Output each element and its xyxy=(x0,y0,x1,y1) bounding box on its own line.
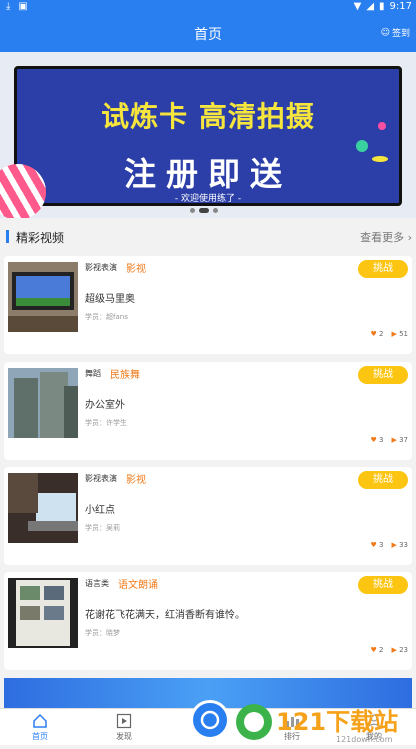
video-card[interactable]: 影视表演 影视 超级马里奥 学员：超fans 挑战 ♥ 2 ▶ 51 xyxy=(4,256,412,354)
video-title: 超级马里奥 xyxy=(85,294,135,305)
tab-label: 发现 xyxy=(116,732,132,741)
banner-frame: 试炼卡 高清拍摄 注册即送 - 欢迎使用练了 - xyxy=(14,66,402,206)
status-bar: ⤓ ▣ ▼ ◢ ▮ 9:17 xyxy=(0,0,416,14)
tag-label: 语文朗诵 xyxy=(118,580,158,591)
watermark-text: 121下载站 xyxy=(276,708,398,736)
video-title: 办公室外 xyxy=(85,400,125,411)
battery-icon: ▮ xyxy=(379,1,385,12)
video-stats: ♥ 2 ▶ 23 xyxy=(370,646,408,654)
like-count: 2 xyxy=(378,330,384,338)
video-thumbnail[interactable] xyxy=(8,578,78,648)
play-icon: ▶ xyxy=(391,330,397,338)
play-count: 23 xyxy=(399,646,408,654)
video-icon xyxy=(116,713,132,729)
pager-dot xyxy=(190,208,195,213)
video-card[interactable]: 舞蹈 民族舞 办公室外 学员：许学生 挑战 ♥ 3 ▶ 37 xyxy=(4,362,412,460)
like-count: 3 xyxy=(378,436,384,444)
student-label: 学员：晓梦 xyxy=(85,629,120,637)
video-thumbnail[interactable] xyxy=(8,262,78,332)
student-label: 学员：超fans xyxy=(85,313,128,321)
tag-label: 影视 xyxy=(126,264,146,275)
like-count: 3 xyxy=(378,541,384,549)
decoration-dot xyxy=(378,122,386,130)
banner-tagline: - 欢迎使用练了 - xyxy=(174,194,242,204)
video-card[interactable]: 影视表演 影视 小红点 学员：吴莉 挑战 ♥ 3 ▶ 33 xyxy=(4,467,412,565)
play-icon: ▶ xyxy=(391,436,397,444)
see-more-link[interactable]: 查看更多 › xyxy=(360,229,412,245)
play-count: 51 xyxy=(399,330,408,338)
category-label: 影视表演 xyxy=(85,474,117,483)
tab-home[interactable]: 首页 xyxy=(10,713,70,742)
video-thumbnail[interactable] xyxy=(8,473,78,543)
section-header: 精彩视频 查看更多 › xyxy=(0,226,416,248)
tab-discover[interactable]: 发现 xyxy=(94,713,154,742)
status-time: 9:17 xyxy=(389,1,412,12)
signin-icon: ☺ xyxy=(380,27,390,38)
video-stats: ♥ 3 ▶ 37 xyxy=(370,436,408,444)
nav-bar: 首页 ☺ 签到 xyxy=(0,14,416,52)
category-label: 舞蹈 xyxy=(85,369,101,378)
heart-icon: ♥ xyxy=(370,436,377,444)
section-accent-bar xyxy=(6,230,9,243)
watermark-subtext: 121down.com xyxy=(336,735,393,744)
banner-headline: 试炼卡 高清拍摄 xyxy=(101,100,315,133)
tab-label: 首页 xyxy=(32,732,48,741)
video-thumbnail[interactable] xyxy=(8,368,78,438)
watermark-logo: 121下载站 121down.com xyxy=(232,700,416,745)
category-label: 影视表演 xyxy=(85,263,117,272)
video-card[interactable]: 语言类 语文朗诵 花谢花飞花满天，红消香断有谁怜。 学员：晓梦 挑战 ♥ 2 ▶… xyxy=(4,572,412,670)
category-label: 语言类 xyxy=(85,579,109,588)
play-count: 33 xyxy=(399,541,408,549)
wifi-icon: ▼ xyxy=(353,1,362,12)
tag-label: 影视 xyxy=(126,475,146,486)
decoration-dot xyxy=(356,140,368,152)
play-icon: ▶ xyxy=(391,541,397,549)
decoration-dot xyxy=(372,156,388,162)
download-icon: ⤓ xyxy=(6,1,11,12)
challenge-button[interactable]: 挑战 xyxy=(358,260,408,278)
play-count: 37 xyxy=(399,436,408,444)
video-title: 小红点 xyxy=(85,505,115,516)
camera-icon xyxy=(200,710,220,730)
pager-dot xyxy=(213,208,218,213)
like-count: 2 xyxy=(378,646,384,654)
camera-button[interactable] xyxy=(190,700,230,740)
challenge-button[interactable]: 挑战 xyxy=(358,576,408,594)
heart-icon: ♥ xyxy=(370,330,377,338)
video-title: 花谢花飞花满天，红消香断有谁怜。 xyxy=(85,610,245,621)
student-label: 学员：许学生 xyxy=(85,419,127,427)
promo-banner[interactable]: 试炼卡 高清拍摄 注册即送 - 欢迎使用练了 - xyxy=(0,52,416,218)
student-label: 学员：吴莉 xyxy=(85,524,120,532)
pager-dot-active xyxy=(199,208,209,213)
challenge-button[interactable]: 挑战 xyxy=(358,366,408,384)
signal-icon: ◢ xyxy=(366,1,375,12)
tag-label: 民族舞 xyxy=(110,370,140,381)
video-stats: ♥ 2 ▶ 51 xyxy=(370,330,408,338)
home-icon xyxy=(33,713,47,728)
notification-icon: ▣ xyxy=(18,1,28,12)
banner-pager xyxy=(190,208,218,213)
banner-subheadline: 注册即送 xyxy=(123,155,292,193)
heart-icon: ♥ xyxy=(370,646,377,654)
signin-label: 签到 xyxy=(391,29,410,39)
section-title: 精彩视频 xyxy=(16,231,65,245)
video-stats: ♥ 3 ▶ 33 xyxy=(370,541,408,549)
signin-button[interactable]: ☺ 签到 xyxy=(380,26,410,40)
chevron-right-icon: › xyxy=(407,231,412,244)
play-icon: ▶ xyxy=(391,646,397,654)
page-title: 首页 xyxy=(194,27,222,43)
challenge-button[interactable]: 挑战 xyxy=(358,471,408,489)
heart-icon: ♥ xyxy=(370,541,377,549)
see-more-label: 查看更多 xyxy=(360,231,405,244)
